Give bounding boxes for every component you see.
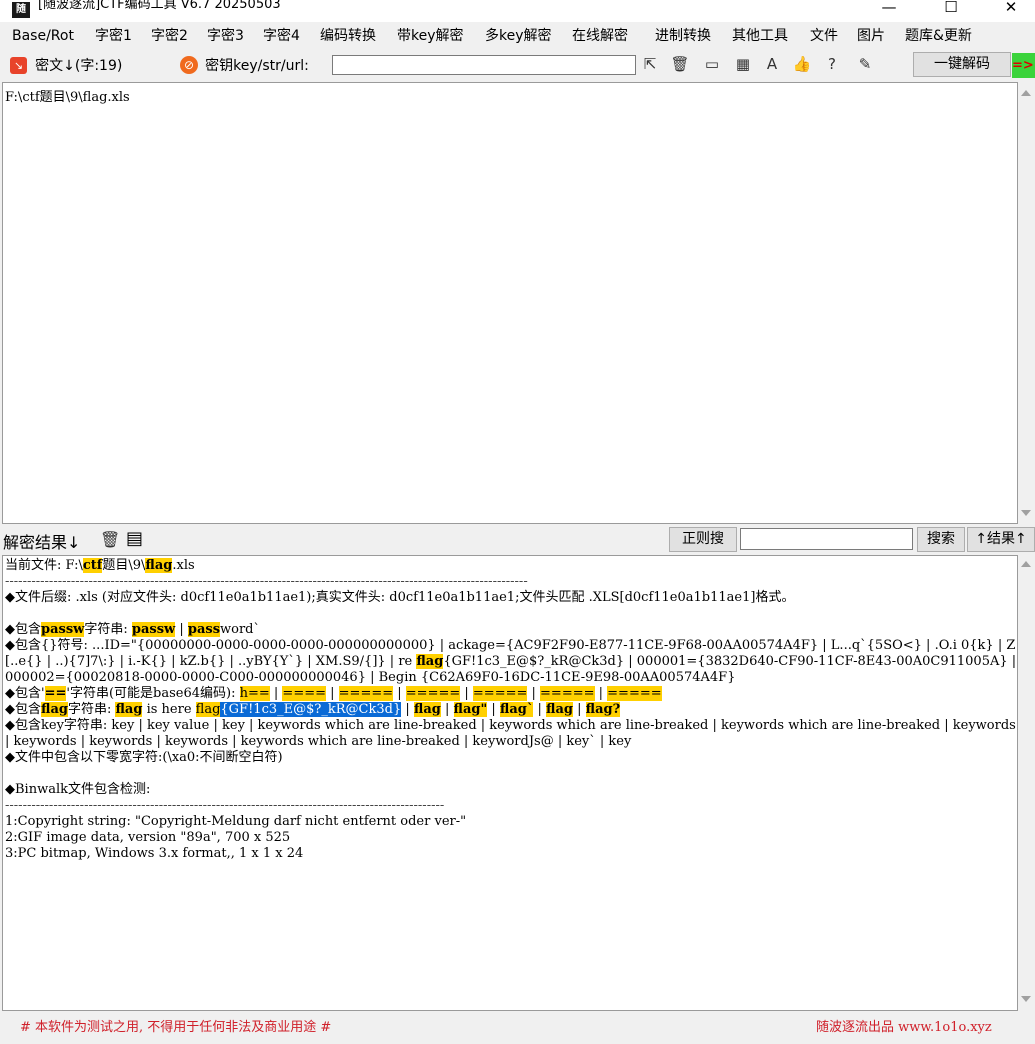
key-input[interactable] <box>332 55 636 75</box>
scroll-up-icon[interactable] <box>1021 90 1031 96</box>
footer-credit[interactable]: 随波逐流出品 www.1o1o.xyz <box>816 1016 992 1035</box>
selected-flag-text[interactable]: {GF!1c3_E@$?_kR@Ck3d} <box>220 702 402 717</box>
brace-line: ◆包含{}符号: ...ID="{00000000-0000-0000-0000… <box>5 638 1017 685</box>
cipher-scrollbar[interactable] <box>1018 82 1035 524</box>
footer: # 本软件为测试之用, 不得用于任何非法及商业用途 # 随波逐流出品 www.1… <box>0 1012 1035 1044</box>
base64-line: ◆包含'=='字符串(可能是base64编码): h== | ==== | ==… <box>5 686 662 701</box>
search-input[interactable] <box>740 528 913 550</box>
binwalk-item: 1:Copyright string: "Copyright-Meldung d… <box>5 814 467 829</box>
regex-search-button[interactable]: 正则搜 <box>669 527 737 552</box>
menu-encoding[interactable]: 编码转换 <box>320 24 376 48</box>
result-label: 解密结果↓ <box>3 533 81 552</box>
cipher-text: F:\ctf题目\9\flag.xls <box>5 90 130 105</box>
expand-tab[interactable]: => <box>1012 53 1035 78</box>
menu-bar: Base/Rot 字密1 字密2 字密3 字密4 编码转换 带key解密 多ke… <box>0 24 1035 48</box>
font-icon[interactable]: A <box>762 54 782 74</box>
scroll-up-icon[interactable] <box>1021 561 1031 567</box>
menu-image[interactable]: 图片 <box>857 24 885 48</box>
trash-icon[interactable]: 🗑 <box>670 54 690 74</box>
cipher-textarea[interactable]: F:\ctf题目\9\flag.xls <box>2 82 1018 524</box>
search-button[interactable]: 搜索 <box>917 527 965 552</box>
terminal-icon[interactable]: ▭ <box>702 54 722 74</box>
close-button[interactable]: ✕ <box>988 0 1034 18</box>
key-line: ◆包含key字符串: key | key value | key | keywo… <box>5 718 1016 749</box>
binwalk-separator: ----------------------------------------… <box>5 798 445 813</box>
footer-disclaimer: # 本软件为测试之用, 不得用于任何非法及商业用途 # <box>20 1020 332 1035</box>
help-icon[interactable]: ? <box>822 54 842 74</box>
clear-key-icon[interactable]: ⊘ <box>180 56 198 74</box>
menu-multikey-decrypt[interactable]: 多key解密 <box>485 24 552 48</box>
result-trash-icon[interactable]: 🗑 <box>100 530 120 549</box>
scroll-down-icon[interactable] <box>1021 510 1031 516</box>
binwalk-title: ◆Binwalk文件包含检测: <box>5 782 151 797</box>
scroll-down-icon[interactable] <box>1021 996 1031 1002</box>
passw-line: ◆包含passw字符串: passw | password` <box>5 622 261 637</box>
menu-key-decrypt[interactable]: 带key解密 <box>397 24 464 48</box>
key-label: 密钥key/str/url: <box>205 58 309 74</box>
result-up-button[interactable]: ↑结果↑ <box>967 527 1035 552</box>
menu-online-decrypt[interactable]: 在线解密 <box>572 24 628 48</box>
menu-file[interactable]: 文件 <box>810 24 838 48</box>
binwalk-item: 3:PC bitmap, Windows 3.x format,, 1 x 1 … <box>5 846 304 861</box>
menu-zimi1[interactable]: 字密1 <box>95 24 132 48</box>
cipher-label: 密文↓(字:19) <box>35 58 123 74</box>
separator-line: ----------------------------------------… <box>5 574 528 589</box>
title-bar: 随 [随波逐流]CTF编码工具 V6.7 20250503 — ☐ ✕ <box>0 0 1035 22</box>
binwalk-item: 2:GIF image data, version "89a", 700 x 5… <box>5 830 291 845</box>
calculator-icon[interactable]: ▦ <box>733 54 753 74</box>
toolbar: ↘ 密文↓(字:19) ⊘ 密钥key/str/url: ⇱ 🗑 ▭ ▦ A 👍… <box>0 51 1035 79</box>
app-logo-icon: 随 <box>12 2 30 18</box>
suffix-line: ◆文件后缀: .xls (对应文件头: d0cf11e0a1b11ae1);真实… <box>5 590 795 605</box>
maximize-button[interactable]: ☐ <box>928 0 974 18</box>
flag-line: ◆包含flag字符串: flag is here flag{GF!1c3_E@$… <box>5 702 621 717</box>
key-section: ⊘ 密钥key/str/url: <box>180 55 309 75</box>
current-file-line: 当前文件: F:\ctf题目\9\flag.xls <box>5 558 195 573</box>
cipher-section: ↘ 密文↓(字:19) <box>10 55 122 75</box>
menu-radix[interactable]: 进制转换 <box>655 24 711 48</box>
menu-update[interactable]: 题库&更新 <box>905 24 972 48</box>
result-copy-icon[interactable]: ▤ <box>126 528 143 549</box>
result-bar: 解密结果↓ 🗑 ▤ 正则搜 搜索 ↑结果↑ <box>0 526 1035 554</box>
result-scrollbar[interactable] <box>1018 555 1035 1010</box>
thumbs-up-icon[interactable]: 👍 <box>792 54 812 74</box>
menu-zimi2[interactable]: 字密2 <box>151 24 188 48</box>
menu-base-rot[interactable]: Base/Rot <box>12 24 74 48</box>
edit-icon[interactable]: ✎ <box>855 54 875 74</box>
one-click-decode-button[interactable]: 一键解码 <box>913 52 1011 77</box>
window-title: [随波逐流]CTF编码工具 V6.7 20250503 <box>38 0 281 12</box>
zero-width-line: ◆文件中包含以下零宽字符:(\xa0:不间断空白符) <box>5 750 283 765</box>
minimize-button[interactable]: — <box>866 0 912 18</box>
menu-zimi3[interactable]: 字密3 <box>207 24 244 48</box>
menu-zimi4[interactable]: 字密4 <box>263 24 300 48</box>
result-textarea[interactable]: 当前文件: F:\ctf题目\9\flag.xls --------------… <box>2 555 1018 1011</box>
cursor-icon[interactable]: ⇱ <box>640 54 660 74</box>
arrow-down-icon[interactable]: ↘ <box>10 56 27 74</box>
menu-other-tools[interactable]: 其他工具 <box>732 24 788 48</box>
